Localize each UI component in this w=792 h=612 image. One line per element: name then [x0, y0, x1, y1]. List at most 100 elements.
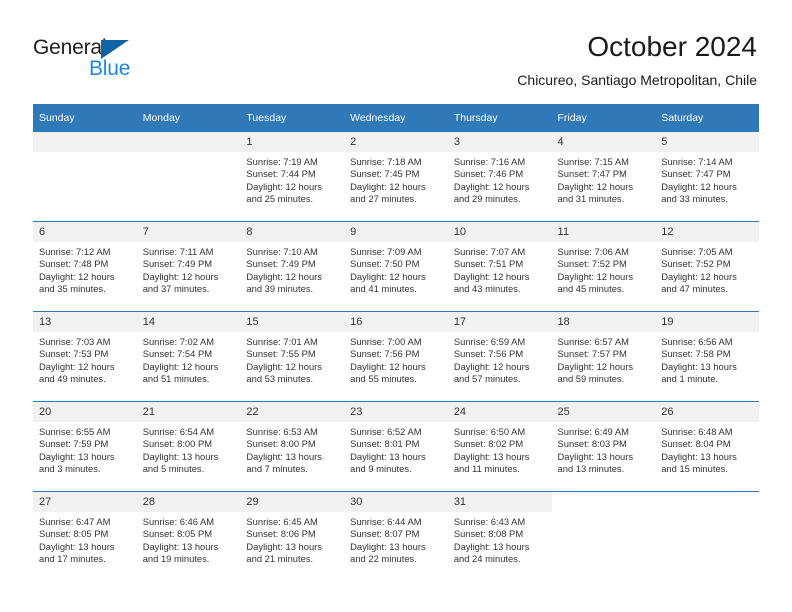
- calendar-day-cell[interactable]: 25 Sunrise: 6:49 AM Sunset: 8:03 PM Dayligh…: [551, 401, 656, 492]
- day-number: 28: [136, 492, 241, 512]
- sunrise-time: Sunrise: 6:53 AM: [246, 426, 318, 437]
- day-number: [551, 492, 656, 512]
- sunrise-time: Sunrise: 7:00 AM: [350, 336, 422, 347]
- day-sun-info: Sunrise: 6:52 AM Sunset: 8:01 PM Daylight:…: [344, 422, 448, 476]
- day-number: 3: [447, 132, 552, 152]
- day-number: 31: [447, 492, 552, 512]
- sunrise-time: Sunrise: 7:03 AM: [39, 336, 111, 347]
- sunset-time: Sunset: 7:52 PM: [557, 258, 627, 270]
- day-number: 4: [551, 132, 656, 152]
- calendar-day-cell[interactable]: 22 Sunrise: 6:53 AM Sunset: 8:00 PM Dayligh…: [240, 401, 345, 492]
- day-sun-info: Sunrise: 6:43 AM Sunset: 8:08 PM Daylight:…: [448, 512, 552, 566]
- daylight-duration-line2: and 31 minutes.: [557, 193, 625, 205]
- sunrise-time: Sunrise: 6:43 AM: [453, 516, 526, 527]
- daylight-duration-line1: Daylight: 12 hours: [557, 360, 634, 372]
- daylight-duration-line1: Daylight: 12 hours: [39, 360, 115, 372]
- calendar-day-cell[interactable]: 23 Sunrise: 6:52 AM Sunset: 8:01 PM Dayligh…: [344, 401, 448, 492]
- day-number: 19: [655, 312, 759, 332]
- day-sun-info: Sunrise: 6:46 AM Sunset: 8:05 PM Daylight:…: [137, 512, 241, 566]
- sunset-time: Sunset: 8:00 PM: [246, 438, 316, 450]
- day-sun-info: Sunrise: 7:14 AM Sunset: 7:47 PM Daylight:…: [655, 152, 759, 206]
- daylight-duration-line2: and 35 minutes.: [39, 283, 106, 295]
- sunset-time: Sunset: 7:48 PM: [39, 258, 109, 270]
- sunrise-time: Sunrise: 7:15 AM: [557, 156, 629, 167]
- calendar-day-cell[interactable]: 3 Sunrise: 7:16 AM Sunset: 7:46 PM Daylight…: [447, 132, 552, 222]
- daylight-duration-line2: and 19 minutes.: [142, 553, 210, 565]
- sunrise-time: Sunrise: 7:11 AM: [142, 246, 214, 257]
- daylight-duration-line2: and 57 minutes.: [453, 373, 521, 385]
- sunrise-time: Sunrise: 7:10 AM: [246, 246, 318, 257]
- calendar-page: General Blue October 2024 Chicureo, Sant…: [0, 0, 792, 612]
- sunset-time: Sunset: 7:56 PM: [350, 348, 420, 360]
- sunset-time: Sunset: 7:44 PM: [246, 168, 316, 180]
- daylight-duration-line2: and 45 minutes.: [557, 283, 625, 295]
- sunset-time: Sunset: 7:55 PM: [246, 348, 316, 360]
- day-number: [33, 132, 137, 152]
- day-number: 25: [551, 402, 656, 422]
- daylight-duration-line1: Daylight: 13 hours: [350, 540, 426, 552]
- calendar-day-cell[interactable]: 8 Sunrise: 7:10 AM Sunset: 7:49 PM Daylight…: [240, 221, 345, 312]
- sunrise-time: Sunrise: 7:09 AM: [350, 246, 422, 257]
- calendar-day-cell[interactable]: 29 Sunrise: 6:45 AM Sunset: 8:06 PM Dayligh…: [240, 491, 345, 581]
- calendar-day-cell[interactable]: 14 Sunrise: 7:02 AM Sunset: 7:54 PM Dayligh…: [136, 311, 241, 402]
- calendar-day-cell[interactable]: 21 Sunrise: 6:54 AM Sunset: 8:00 PM Dayligh…: [136, 401, 241, 492]
- sunset-time: Sunset: 7:59 PM: [39, 438, 109, 450]
- daylight-duration-line2: and 17 minutes.: [39, 553, 106, 565]
- sunrise-time: Sunrise: 6:47 AM: [39, 516, 111, 527]
- calendar-day-cell[interactable]: 11 Sunrise: 7:06 AM Sunset: 7:52 PM Dayligh…: [551, 221, 656, 312]
- sunset-time: Sunset: 8:03 PM: [557, 438, 627, 450]
- page-title: October 2024: [587, 31, 757, 62]
- calendar-day-cell[interactable]: 13 Sunrise: 7:03 AM Sunset: 7:53 PM Dayligh…: [33, 311, 137, 402]
- calendar-day-cell[interactable]: 20 Sunrise: 6:55 AM Sunset: 7:59 PM Dayligh…: [33, 401, 137, 492]
- calendar-day-cell[interactable]: 17 Sunrise: 6:59 AM Sunset: 7:56 PM Dayligh…: [447, 311, 552, 402]
- sunset-time: Sunset: 7:56 PM: [453, 348, 524, 360]
- daylight-duration-line1: Daylight: 13 hours: [453, 540, 530, 552]
- daylight-duration-line1: Daylight: 12 hours: [350, 180, 426, 192]
- sunrise-time: Sunrise: 7:02 AM: [142, 336, 215, 347]
- calendar-day-cell[interactable]: 7 Sunrise: 7:11 AM Sunset: 7:49 PM Daylight…: [136, 221, 241, 312]
- calendar-day-cell[interactable]: 9 Sunrise: 7:09 AM Sunset: 7:50 PM Daylight…: [344, 221, 448, 312]
- calendar-day-cell[interactable]: 27 Sunrise: 6:47 AM Sunset: 8:05 PM Dayligh…: [33, 491, 137, 581]
- day-number: 11: [551, 222, 656, 242]
- sunset-time: Sunset: 7:46 PM: [453, 168, 524, 180]
- day-number: 29: [240, 492, 345, 512]
- sunset-time: Sunset: 8:05 PM: [142, 528, 213, 540]
- calendar-day-cell[interactable]: 2 Sunrise: 7:18 AM Sunset: 7:45 PM Daylight…: [344, 132, 448, 222]
- calendar-day-cell[interactable]: 12 Sunrise: 7:05 AM Sunset: 7:52 PM Dayligh…: [655, 221, 759, 312]
- day-number: [655, 492, 759, 512]
- daylight-duration-line2: and 25 minutes.: [246, 193, 314, 205]
- sunrise-sunset-calendar-table: Sunday Monday Tuesday Wednesday Thursday…: [33, 104, 759, 581]
- calendar-day-cell[interactable]: 4 Sunrise: 7:15 AM Sunset: 7:47 PM Daylight…: [551, 132, 656, 222]
- sunset-time: Sunset: 7:53 PM: [39, 348, 109, 360]
- daylight-duration-line1: Daylight: 12 hours: [453, 180, 530, 192]
- calendar-day-cell[interactable]: 16 Sunrise: 7:00 AM Sunset: 7:56 PM Dayligh…: [344, 311, 448, 402]
- calendar-day-cell[interactable]: 5 Sunrise: 7:14 AM Sunset: 7:47 PM Daylight…: [655, 132, 759, 222]
- daylight-duration-line2: and 43 minutes.: [453, 283, 521, 295]
- sunset-time: Sunset: 7:51 PM: [453, 258, 524, 270]
- calendar-day-cell[interactable]: 19 Sunrise: 6:56 AM Sunset: 7:58 PM Dayligh…: [655, 311, 759, 402]
- calendar-day-cell[interactable]: 1 Sunrise: 7:19 AM Sunset: 7:44 PM Daylight…: [240, 132, 345, 222]
- day-sun-info: Sunrise: 6:55 AM Sunset: 7:59 PM Daylight:…: [33, 422, 137, 476]
- day-sun-info: Sunrise: 7:01 AM Sunset: 7:55 PM Daylight:…: [240, 332, 344, 386]
- calendar-day-cell[interactable]: 18 Sunrise: 6:57 AM Sunset: 7:57 PM Dayligh…: [551, 311, 656, 402]
- calendar-day-cell[interactable]: 30 Sunrise: 6:44 AM Sunset: 8:07 PM Dayligh…: [344, 491, 448, 581]
- calendar-day-cell[interactable]: 28 Sunrise: 6:46 AM Sunset: 8:05 PM Dayligh…: [136, 491, 241, 581]
- daylight-duration-line1: Daylight: 13 hours: [39, 450, 115, 462]
- calendar-day-cell[interactable]: 15 Sunrise: 7:01 AM Sunset: 7:55 PM Dayligh…: [240, 311, 345, 402]
- calendar-day-cell[interactable]: 6 Sunrise: 7:12 AM Sunset: 7:48 PM Daylight…: [33, 221, 137, 312]
- calendar-day-cell[interactable]: 10 Sunrise: 7:07 AM Sunset: 7:51 PM Dayligh…: [447, 221, 552, 312]
- calendar-day-cell[interactable]: 26 Sunrise: 6:48 AM Sunset: 8:04 PM Dayligh…: [655, 401, 759, 492]
- sunrise-time: Sunrise: 6:44 AM: [350, 516, 422, 527]
- weekday-header-monday: Monday: [136, 104, 241, 132]
- calendar-day-cell[interactable]: 31 Sunrise: 6:43 AM Sunset: 8:08 PM Dayligh…: [447, 491, 552, 581]
- calendar-day-cell[interactable]: 24 Sunrise: 6:50 AM Sunset: 8:02 PM Dayligh…: [447, 401, 552, 492]
- daylight-duration-line2: and 41 minutes.: [350, 283, 417, 295]
- daylight-duration-line1: Daylight: 13 hours: [661, 450, 737, 462]
- sunset-time: Sunset: 7:52 PM: [661, 258, 731, 270]
- day-number: [136, 132, 241, 152]
- weekday-header-row: Sunday Monday Tuesday Wednesday Thursday…: [33, 104, 759, 132]
- daylight-duration-line1: Daylight: 13 hours: [557, 450, 634, 462]
- weekday-header-friday: Friday: [551, 104, 656, 132]
- daylight-duration-line2: and 9 minutes.: [350, 463, 412, 475]
- daylight-duration-line2: and 37 minutes.: [142, 283, 210, 295]
